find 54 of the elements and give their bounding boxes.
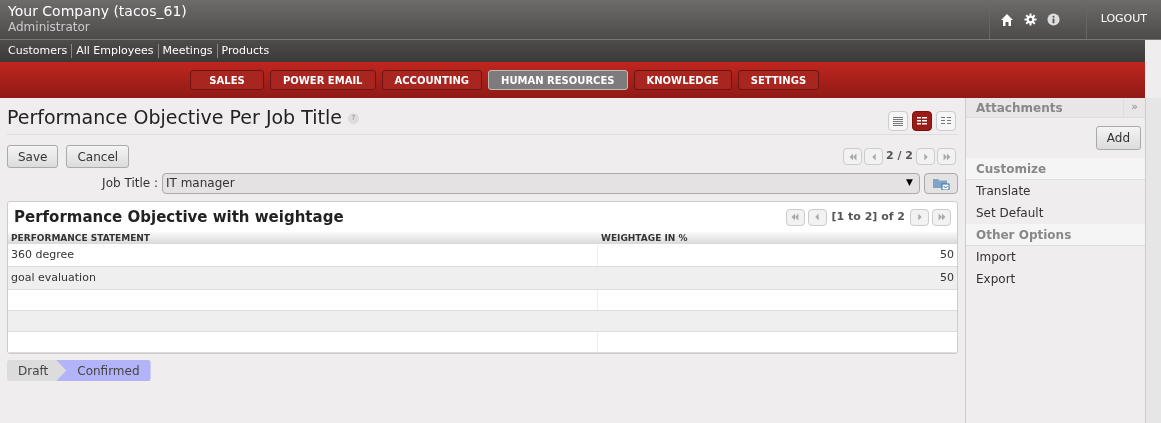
next-button[interactable]	[916, 148, 935, 165]
state-step: Confirmed	[56, 360, 151, 381]
shortcut-link[interactable]: All Employees	[76, 42, 154, 60]
view-button[interactable]	[912, 111, 932, 131]
field-label: Job Title :	[100, 175, 159, 192]
form-button[interactable]: Save	[7, 145, 59, 168]
table-cell: 360 degree	[8, 244, 598, 266]
sidebar-heading: Customize	[966, 158, 1145, 180]
first-page-button[interactable]	[785, 208, 805, 226]
info-icon[interactable]	[1046, 13, 1060, 26]
form-view-icon	[915, 114, 929, 128]
form-button[interactable]: Cancel	[66, 145, 130, 168]
menu-tab[interactable]: SETTINGS	[737, 70, 820, 90]
menu-tab[interactable]: KNOWLEDGE	[633, 70, 732, 90]
last-page-button[interactable]	[932, 208, 951, 226]
menu-tab[interactable]: HUMAN RESOURCES	[488, 70, 628, 90]
menu-tab[interactable]: ACCOUNTING	[381, 70, 483, 90]
sidebar-link[interactable]: Translate	[966, 180, 1145, 202]
sidebar-link[interactable]: Set Default	[966, 202, 1145, 224]
add-button[interactable]: Add	[1095, 126, 1141, 150]
sidebar-link[interactable]: Export	[966, 268, 1145, 290]
folder-icon	[932, 176, 950, 190]
previous-button[interactable]	[864, 148, 883, 165]
next-button[interactable]	[910, 208, 929, 226]
page-title: Performance Objective Per Job Title	[7, 104, 342, 130]
settings-icon[interactable]	[1023, 13, 1037, 26]
shortcut-link[interactable]: Products	[221, 42, 270, 60]
sidebar-heading: Attachments	[975, 100, 1064, 117]
job-title-select[interactable]: IT manager ▼	[162, 172, 920, 194]
table-cell-text: 50	[939, 270, 955, 286]
last-page-button[interactable]	[937, 148, 956, 165]
column-header: PERFORMANCE STATEMENT	[10, 232, 151, 244]
scrollbar[interactable]	[1145, 98, 1161, 423]
user-role: Administrator	[8, 19, 91, 35]
previous-button[interactable]	[807, 208, 827, 226]
company-name: Your Company (tacos_61)	[8, 3, 188, 19]
sidebar-link[interactable]: Import	[966, 246, 1145, 268]
sidebar-heading: Other Options	[966, 224, 1145, 246]
logout-link[interactable]: LOGOUT	[1100, 11, 1147, 28]
table-cell-text: 50	[939, 247, 955, 263]
menu-tab[interactable]: SALES	[190, 70, 264, 90]
list-view-icon	[891, 114, 905, 128]
column-header: WEIGHTAGE IN %	[600, 232, 689, 244]
first-page-button[interactable]	[843, 148, 862, 165]
home-icon[interactable]	[999, 12, 1014, 27]
shortcut-link[interactable]: Customers	[8, 42, 68, 60]
table-title: Performance Objective with weightage	[14, 206, 345, 228]
first-page-icon	[789, 211, 801, 223]
search-record-button[interactable]	[924, 172, 958, 194]
shortcut-link[interactable]: Meetings	[162, 42, 213, 60]
pager-count: 2 / 2	[885, 148, 914, 165]
pager-count: [1 to 2] of 2	[830, 208, 906, 225]
menu-tab[interactable]: POWER EMAIL	[270, 70, 376, 90]
table-cell: goal evaluation	[8, 267, 598, 289]
